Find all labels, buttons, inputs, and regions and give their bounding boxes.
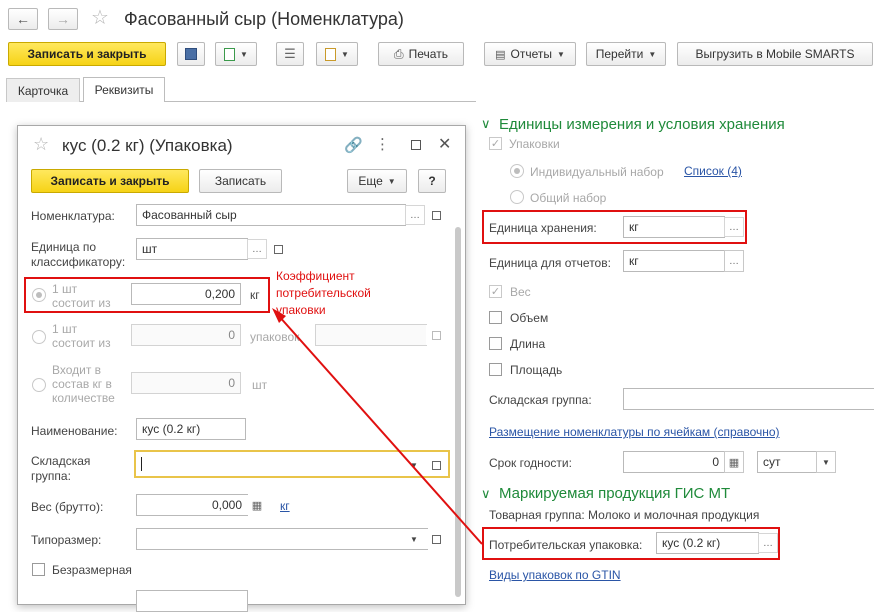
annotation-arrow xyxy=(272,308,483,545)
